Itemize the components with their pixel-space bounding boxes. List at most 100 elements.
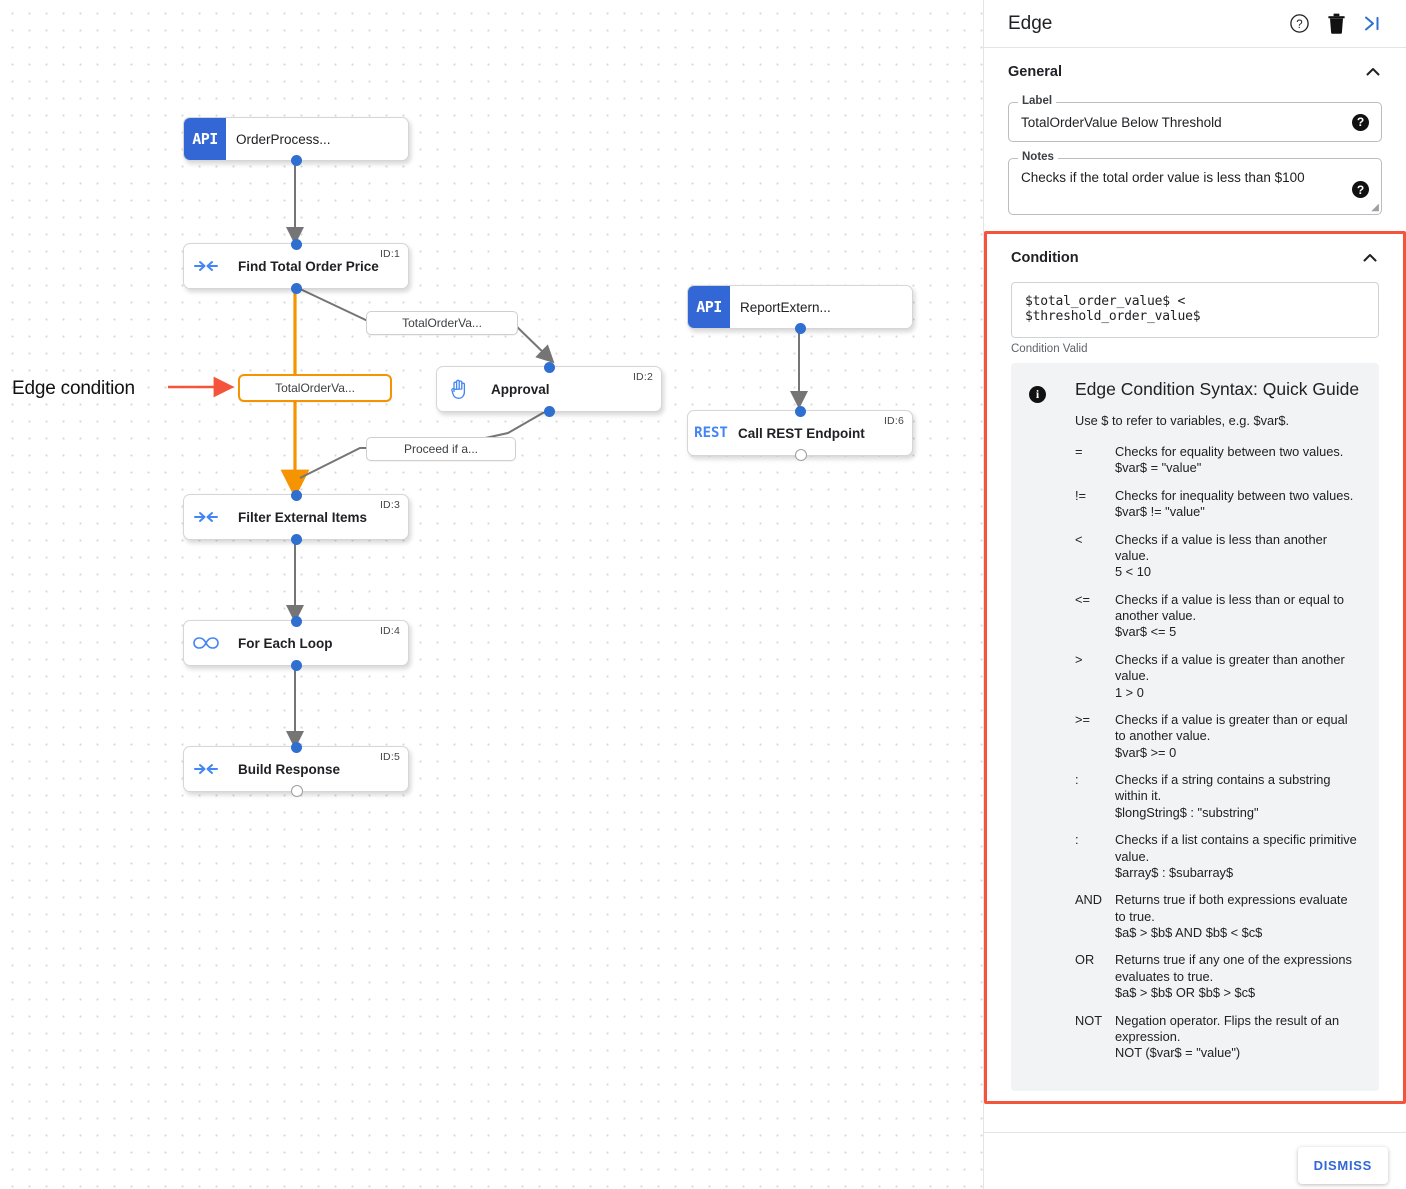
merge-arrows-icon <box>184 508 228 526</box>
api-badge-icon: API <box>184 118 226 160</box>
operator-symbol: != <box>1075 487 1087 503</box>
label-field-value[interactable]: TotalOrderValue Below Threshold <box>1021 115 1344 130</box>
node-id: ID:5 <box>379 751 400 763</box>
notes-help-icon[interactable]: ? <box>1352 181 1369 198</box>
operator-body: Checks if a value is less than or equal … <box>1115 592 1361 641</box>
operator-symbol: AND <box>1075 892 1103 908</box>
section-condition-highlight: Condition $total_order_value$ < $thresho… <box>984 231 1406 1104</box>
guide-intro: Use $ to refer to variables, e.g. $var$. <box>1075 413 1290 428</box>
operator-example: $var$ <= 5 <box>1115 624 1177 640</box>
node-output-port[interactable] <box>290 533 302 545</box>
section-condition: Condition $total_order_value$ < $thresho… <box>987 234 1403 1091</box>
dismiss-button[interactable]: DISMISS <box>1297 1147 1388 1184</box>
chevron-up-icon[interactable] <box>1361 249 1379 267</box>
hand-icon <box>437 378 481 400</box>
operator-body: Checks for equality between two values. $… <box>1115 444 1361 477</box>
label-field[interactable]: Label TotalOrderValue Below Threshold ? <box>1008 95 1382 142</box>
node-for-each-loop[interactable]: For Each Loop ID:4 <box>183 615 409 671</box>
node-input-port[interactable] <box>290 615 302 627</box>
operator-description: Checks for equality between two values. <box>1115 444 1344 459</box>
operator-body: Checks for inequality between two values… <box>1115 488 1361 521</box>
node-id: ID:6 <box>883 415 904 427</box>
node-order-process[interactable]: API OrderProcess... <box>183 117 409 166</box>
operator-example: $a$ > $b$ AND $b$ < $c$ <box>1115 925 1263 940</box>
node-approval[interactable]: Approval ID:2 <box>436 361 662 417</box>
edge-label-proceed-if[interactable]: Proceed if a... <box>366 437 516 461</box>
operator-row: <= Checks if a value is less than or equa… <box>1075 592 1361 641</box>
help-circle-icon[interactable]: ? <box>1284 9 1314 39</box>
operator-body: Checks if a value is greater than anothe… <box>1115 652 1361 701</box>
section-condition-title: Condition <box>1011 250 1079 266</box>
operator-row: NOT Negation operator. Flips the result o… <box>1075 1013 1361 1062</box>
operator-example: $var$ >= 0 <box>1115 744 1177 760</box>
operator-row: != Checks for inequality between two valu… <box>1075 488 1361 521</box>
operator-symbol: > <box>1075 651 1083 667</box>
node-output-port[interactable] <box>795 448 807 461</box>
operator-body: Checks if a value is less than another v… <box>1115 532 1361 581</box>
node-output-port[interactable] <box>290 282 302 294</box>
section-condition-header[interactable]: Condition <box>1001 234 1389 282</box>
operator-row: : Checks if a list contains a specific pr… <box>1075 832 1361 881</box>
node-build-response[interactable]: Build Response ID:5 <box>183 741 409 797</box>
operator-body: Checks if a value is greater than or equ… <box>1115 712 1361 761</box>
infinity-icon <box>184 635 228 651</box>
operator-row: < Checks if a value is less than another … <box>1075 532 1361 581</box>
edge-label-total-order-value-selected[interactable]: TotalOrderVa... <box>238 374 392 402</box>
node-find-total-order-price[interactable]: Find Total Order Price ID:1 <box>183 238 409 294</box>
node-label: Approval <box>491 381 550 397</box>
node-output-port[interactable] <box>543 405 555 417</box>
collapse-panel-icon[interactable] <box>1358 9 1388 39</box>
label-help-icon[interactable]: ? <box>1352 113 1369 131</box>
node-filter-external-items[interactable]: Filter External Items ID:3 <box>183 489 409 545</box>
node-input-port[interactable] <box>543 361 555 373</box>
operator-row: AND Returns true if both expressions eval… <box>1075 892 1361 941</box>
operator-row: > Checks if a value is greater than anoth… <box>1075 652 1361 701</box>
notes-field[interactable]: Notes Checks if the total order value is… <box>1008 151 1382 215</box>
resize-grip-icon[interactable]: ◢ <box>1371 202 1379 213</box>
workflow-canvas[interactable]: API OrderProcess... Find Total Order Pri… <box>0 0 984 1189</box>
panel-body: General Label TotalOrderValue Below Thre… <box>984 48 1406 1132</box>
condition-validity-status: Condition Valid <box>1011 343 1088 355</box>
chevron-up-icon[interactable] <box>1364 63 1382 81</box>
guide-content: Edge Condition Syntax: Quick Guide Use $… <box>1075 379 1361 1073</box>
node-id: ID:2 <box>632 371 653 383</box>
operator-description: Checks if a value is less than another v… <box>1115 531 1327 563</box>
annotation-arrow-icon <box>168 376 235 398</box>
node-input-port[interactable] <box>290 489 302 501</box>
rest-badge-icon: REST <box>694 425 728 441</box>
node-id: ID:1 <box>379 248 400 260</box>
trash-icon[interactable] <box>1321 9 1351 39</box>
condition-expression-input[interactable]: $total_order_value$ < $threshold_order_v… <box>1011 282 1379 338</box>
node-output-port[interactable] <box>290 659 302 671</box>
panel-header: Edge ? <box>984 0 1406 48</box>
operator-symbol: <= <box>1075 591 1090 607</box>
api-badge-icon: API <box>688 286 730 328</box>
node-label: Build Response <box>238 761 341 777</box>
operator-body: Checks if a list contains a specific pri… <box>1115 832 1361 881</box>
edge-label-total-order-value-top[interactable]: TotalOrderVa... <box>366 311 518 335</box>
notes-field-value[interactable]: Checks if the total order value is less … <box>1021 170 1369 185</box>
node-input-port[interactable] <box>794 405 806 417</box>
node-label: ReportExtern... <box>740 299 831 315</box>
node-input-port[interactable] <box>290 741 302 753</box>
node-output-port[interactable] <box>291 784 303 797</box>
node-output-port[interactable] <box>794 322 806 334</box>
operator-description: Checks if a value is greater than or equ… <box>1115 711 1348 744</box>
operator-description: Checks if a value is greater than anothe… <box>1115 651 1345 684</box>
operator-row: = Checks for equality between two values.… <box>1075 444 1361 477</box>
panel-footer: DISMISS <box>984 1132 1406 1189</box>
connector-layer <box>280 160 808 749</box>
operator-example: NOT ($var$ = "value") <box>1115 1045 1241 1061</box>
node-report-extern[interactable]: API ReportExtern... <box>687 285 913 334</box>
condition-syntax-guide: i Edge Condition Syntax: Quick Guide Use… <box>1011 363 1379 1091</box>
node-label: For Each Loop <box>238 635 333 651</box>
section-general: General Label TotalOrderValue Below Thre… <box>984 48 1406 231</box>
operator-body: Returns true if any one of the expressio… <box>1115 952 1361 1001</box>
node-call-rest-endpoint[interactable]: REST Call REST Endpoint ID:6 <box>687 405 913 461</box>
node-output-port[interactable] <box>290 154 302 166</box>
merge-arrows-icon <box>184 257 228 275</box>
operator-example: $array$ : $subarray$ <box>1115 864 1234 880</box>
section-general-header[interactable]: General <box>998 48 1392 96</box>
annotation-edge-condition-label: Edge condition <box>12 378 135 399</box>
node-input-port[interactable] <box>290 238 302 250</box>
